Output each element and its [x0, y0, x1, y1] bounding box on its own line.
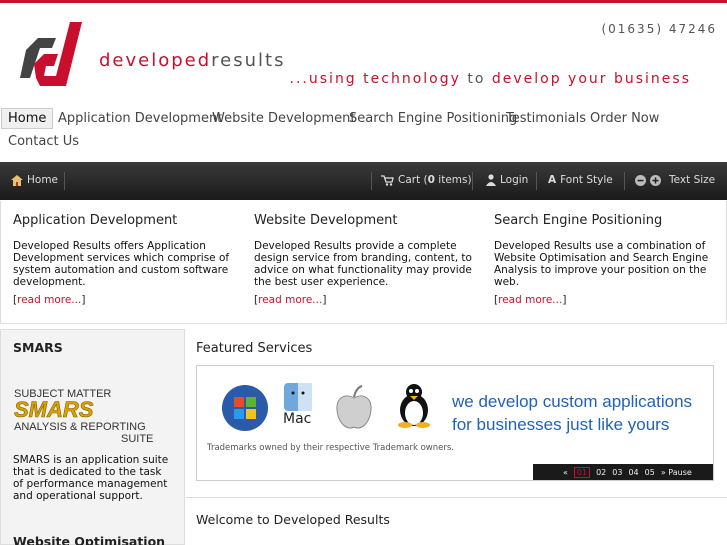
pager-pause[interactable]: » Pause — [661, 468, 692, 477]
brand-name: developedresults — [99, 50, 285, 71]
service-columns: Application Development Developed Result… — [0, 201, 727, 324]
toolbar-divider — [472, 172, 473, 190]
cart-icon — [381, 174, 394, 186]
nav-website-development[interactable]: Website Development — [212, 111, 355, 126]
service-title: Application Development — [13, 213, 178, 228]
toolbar-cart[interactable]: Cart (0 items) — [381, 174, 472, 186]
cart-count: 0 — [427, 174, 435, 186]
toolbar-home[interactable]: Home — [11, 174, 58, 186]
service-body: Developed Results use a combination of W… — [494, 240, 709, 288]
smars-logo[interactable]: SUBJECT MATTER SMARS ANALYSIS & REPORTIN… — [14, 387, 164, 443]
service-title: Search Engine Positioning — [494, 213, 663, 228]
toolbar-text-size-label: Text Size — [669, 174, 716, 186]
font-style-icon: A — [548, 174, 557, 186]
phone-number: (01635) 47246 — [601, 22, 717, 36]
welcome-heading: Welcome to Developed Results — [196, 512, 390, 527]
toolbar-divider — [536, 172, 537, 190]
read-more-link[interactable]: read more... — [498, 294, 562, 306]
nav-testimonials[interactable]: Testimonials — [506, 111, 586, 126]
sidebar-description: SMARS is an application suite that is de… — [13, 454, 169, 502]
nav-order-now[interactable]: Order Now — [590, 111, 659, 126]
tagline-part1: ...using technology — [289, 71, 468, 87]
tagline-to: to — [467, 71, 486, 87]
slideshow-pager: « 01 02 03 04 05 » Pause — [533, 464, 713, 480]
toolbar-login[interactable]: Login — [486, 174, 528, 186]
toolbar-divider — [64, 172, 65, 190]
apple-logo-icon — [336, 385, 372, 429]
toolbar: Home Cart (0 items) Login A Font Style T… — [0, 162, 727, 200]
slogan-line1: we develop custom applications — [452, 392, 693, 411]
nav-search-engine-positioning[interactable]: Search Engine Positioning — [349, 111, 517, 126]
service-body: Developed Results offers Application Dev… — [13, 240, 230, 288]
pager-page[interactable]: 05 — [645, 468, 655, 477]
service-column: Application Development Developed Result… — [13, 213, 233, 307]
slogan-line2: for businesses just like yours — [452, 415, 670, 434]
service-column: Search Engine Positioning Developed Resu… — [494, 213, 714, 307]
sidebar-heading: SMARS — [13, 340, 63, 355]
brand-part2: results — [211, 50, 286, 71]
banner-slogan: we develop custom applications for busin… — [452, 390, 692, 436]
nav-home[interactable]: Home — [1, 108, 54, 129]
toolbar-divider — [371, 172, 372, 190]
pager-page[interactable]: 01 — [573, 466, 591, 478]
home-icon — [11, 174, 23, 186]
pager-page[interactable]: 04 — [628, 468, 638, 477]
featured-title: Featured Services — [196, 341, 313, 356]
read-more-link[interactable]: read more... — [258, 294, 322, 306]
nav-application-development[interactable]: Application Development — [58, 111, 222, 126]
smars-logo-word: SMARS — [14, 397, 94, 422]
cart-suffix: items) — [434, 174, 472, 186]
toolbar-text-size: Text Size — [635, 174, 715, 186]
pager-page[interactable]: 03 — [612, 468, 622, 477]
tagline: ...using technology to develop your busi… — [290, 71, 691, 87]
site-logo[interactable] — [18, 20, 90, 92]
sidebar: SMARS SUBJECT MATTER SMARS ANALYSIS & RE… — [0, 329, 185, 545]
text-larger-icon[interactable] — [650, 174, 661, 186]
mac-finder-icon — [284, 383, 312, 411]
mac-label: Mac — [283, 411, 312, 427]
read-more-link[interactable]: read more... — [17, 294, 81, 306]
toolbar-home-label: Home — [27, 174, 59, 186]
linux-tux-icon — [398, 384, 430, 428]
toolbar-login-label: Login — [500, 174, 529, 186]
toolbar-font-style-label: Font Style — [560, 174, 613, 186]
trademark-note: Trademarks owned by their respective Tra… — [207, 443, 455, 453]
featured-banner[interactable]: Mac we develop custom applications for b… — [196, 365, 714, 481]
text-smaller-icon[interactable] — [635, 174, 646, 186]
toolbar-divider — [624, 172, 625, 190]
user-icon — [486, 174, 496, 186]
nav-contact-us[interactable]: Contact Us — [8, 134, 79, 149]
section-divider — [186, 497, 727, 498]
service-title: Website Development — [254, 213, 398, 228]
smars-logo-line4: SUITE — [121, 433, 153, 443]
cart-prefix: Cart ( — [398, 174, 428, 186]
sidebar-next-heading: Website Optimisation — [13, 534, 166, 545]
brand-part1: developed — [99, 50, 212, 71]
service-column: Website Development Developed Results pr… — [254, 213, 474, 307]
service-body: Developed Results provide a complete des… — [254, 240, 472, 288]
toolbar-font-style[interactable]: A Font Style — [548, 174, 613, 186]
top-accent-bar — [0, 0, 727, 3]
pager-prev[interactable]: « — [563, 468, 568, 477]
pager-page[interactable]: 02 — [596, 468, 606, 477]
smars-logo-line3: ANALYSIS & REPORTING — [14, 421, 146, 433]
main-content: Featured Services Mac we develop custom … — [186, 329, 727, 545]
windows-logo-icon — [222, 385, 268, 431]
tagline-part2: develop your business — [485, 71, 691, 87]
